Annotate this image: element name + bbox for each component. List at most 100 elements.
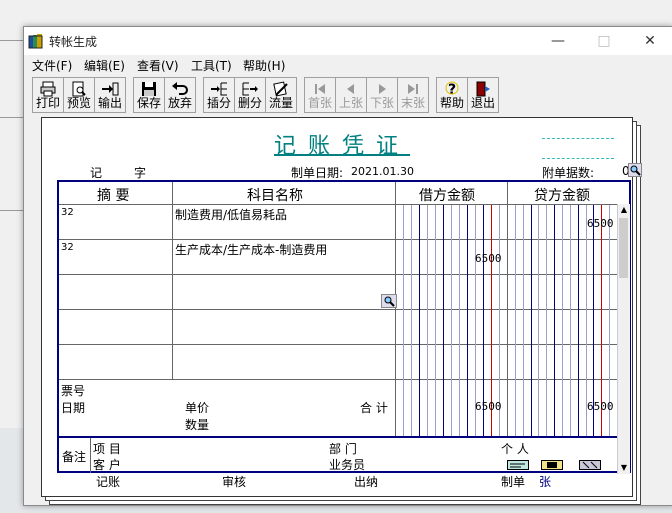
minimize-button[interactable]: — xyxy=(535,27,581,55)
grid-line xyxy=(59,239,617,240)
cashier-label: 出纳 xyxy=(354,475,379,489)
voucher-number-label[interactable]: 字 xyxy=(134,164,146,181)
row-2-debit[interactable]: 6500 xyxy=(475,252,502,265)
scroll-thumb[interactable] xyxy=(619,218,628,278)
insert-row-icon xyxy=(211,82,227,96)
export-icon xyxy=(102,82,119,96)
save-button[interactable]: 保存 xyxy=(133,77,165,113)
row-2-account[interactable]: 生产成本/生产成本-制造费用 xyxy=(175,241,327,258)
help-icon: ? xyxy=(445,81,459,97)
voucher-entries-table: 摘 要 科目名称 借方金额 贷方金额 32 制造费用/低值易耗品 6500 32… xyxy=(57,180,631,474)
next-voucher-label: 下张 xyxy=(369,96,394,110)
window-title: 转帐生成 xyxy=(49,35,98,49)
row-1-credit[interactable]: 6500 xyxy=(587,217,614,230)
row-1-account[interactable]: 制造费用/低值易耗品 xyxy=(175,206,287,223)
total-credit: 6500 xyxy=(587,400,614,413)
project-label: 项 目 xyxy=(93,442,121,456)
maximize-button[interactable]: □ xyxy=(581,27,627,55)
account-header: 科目名称 xyxy=(247,188,303,204)
remark-tools-icon[interactable] xyxy=(579,460,601,470)
grid-line xyxy=(59,379,617,380)
ticket-date-label: 日期 xyxy=(61,401,86,415)
entries-scrollbar[interactable]: ▲ ▼ xyxy=(617,204,630,474)
department-label: 部 门 xyxy=(329,442,357,456)
first-voucher-label: 首张 xyxy=(307,96,332,110)
export-label: 输出 xyxy=(97,96,122,110)
row-4-empty[interactable] xyxy=(59,310,617,344)
scroll-up-arrow[interactable]: ▲ xyxy=(618,204,630,216)
discard-label: 放弃 xyxy=(167,96,192,110)
toolbar: 打印 预览 输出 保存 放弃 插分 删分 流量 首张 上张 下张 末张 ? 帮助… xyxy=(24,74,672,114)
delete-entry-button[interactable]: 删分 xyxy=(234,77,266,113)
total-debit: 6500 xyxy=(475,400,502,413)
title-bar[interactable]: 转帐生成 — □ ✕ xyxy=(24,27,672,55)
row-5-empty[interactable] xyxy=(59,345,617,379)
quantity-label: 数量 xyxy=(185,418,210,432)
print-button[interactable]: 打印 xyxy=(32,77,64,113)
person-label: 个 人 xyxy=(501,442,529,456)
customer-label: 客 户 xyxy=(93,458,121,472)
remark-note-icon[interactable] xyxy=(541,460,563,470)
grid-line xyxy=(90,438,91,473)
maker-label: 制单 xyxy=(501,475,526,489)
insert-entry-label: 插分 xyxy=(206,96,231,110)
bookkeeper-label: 记账 xyxy=(96,475,121,489)
background-line xyxy=(0,117,24,118)
voucher-type-label[interactable]: 记 xyxy=(90,164,102,181)
grid-line xyxy=(507,182,508,436)
last-voucher-button[interactable]: 末张 xyxy=(397,77,429,113)
background-line xyxy=(0,40,24,41)
transfer-generate-window: 转帐生成 — □ ✕ 文件(F) 编辑(E) 查看(V) 工具(T) 帮助(H)… xyxy=(23,26,672,506)
insert-entry-button[interactable]: 插分 xyxy=(203,77,235,113)
save-label: 保存 xyxy=(136,96,161,110)
close-button[interactable]: ✕ xyxy=(627,27,672,55)
next-voucher-button[interactable]: 下张 xyxy=(366,77,398,113)
prev-voucher-button[interactable]: 上张 xyxy=(335,77,367,113)
remark-card-icon[interactable] xyxy=(507,460,529,470)
menu-tools[interactable]: 工具(T) xyxy=(191,57,232,74)
exit-label: 退出 xyxy=(470,96,495,110)
voucher-title: 记账凭证 xyxy=(274,134,411,159)
preview-button[interactable]: 预览 xyxy=(63,77,95,113)
delete-row-icon xyxy=(242,82,258,96)
debit-header: 借方金额 xyxy=(419,188,475,204)
app-books-icon xyxy=(28,34,43,49)
grid-line xyxy=(395,182,396,436)
attachments-search-icon[interactable] xyxy=(628,163,642,177)
export-button[interactable]: 输出 xyxy=(94,77,126,113)
exit-icon xyxy=(476,81,490,97)
scroll-down-arrow[interactable]: ▼ xyxy=(618,462,630,474)
summary-header: 摘 要 xyxy=(97,188,130,204)
cashflow-label: 流量 xyxy=(268,96,293,110)
undo-icon xyxy=(172,82,188,95)
preview-icon xyxy=(72,81,86,97)
prev-voucher-label: 上张 xyxy=(338,96,363,110)
preview-label: 预览 xyxy=(66,96,91,110)
remark-label: 备注 xyxy=(62,450,87,464)
first-voucher-button[interactable]: 首张 xyxy=(304,77,336,113)
help-button[interactable]: ? 帮助 xyxy=(436,77,468,113)
cashflow-button[interactable]: 流量 xyxy=(265,77,297,113)
exit-button[interactable]: 退出 xyxy=(467,77,499,113)
discard-button[interactable]: 放弃 xyxy=(164,77,196,113)
save-icon xyxy=(142,82,156,96)
menu-edit[interactable]: 编辑(E) xyxy=(84,57,125,74)
voucher-number-dashes xyxy=(542,138,614,139)
row-3-empty[interactable] xyxy=(59,275,617,309)
menu-view[interactable]: 查看(V) xyxy=(137,57,179,74)
account-reference-icon[interactable] xyxy=(381,294,397,308)
salesman-label: 业务员 xyxy=(329,458,366,472)
row-2-summary[interactable]: 32 xyxy=(61,242,74,253)
ticket-label: 票号 xyxy=(61,384,86,398)
menu-help[interactable]: 帮助(H) xyxy=(243,57,285,74)
attachments-label: 附单据数: xyxy=(542,166,595,180)
svg-text:?: ? xyxy=(448,82,456,97)
last-icon xyxy=(408,84,418,94)
row-1-summary[interactable]: 32 xyxy=(61,207,74,218)
total-label: 合 计 xyxy=(360,401,388,415)
help-label: 帮助 xyxy=(439,96,464,110)
voucher-date[interactable]: 2021.01.30 xyxy=(351,165,414,178)
next-icon xyxy=(379,84,386,94)
menu-file[interactable]: 文件(F) xyxy=(32,57,72,74)
prev-icon xyxy=(347,84,354,94)
